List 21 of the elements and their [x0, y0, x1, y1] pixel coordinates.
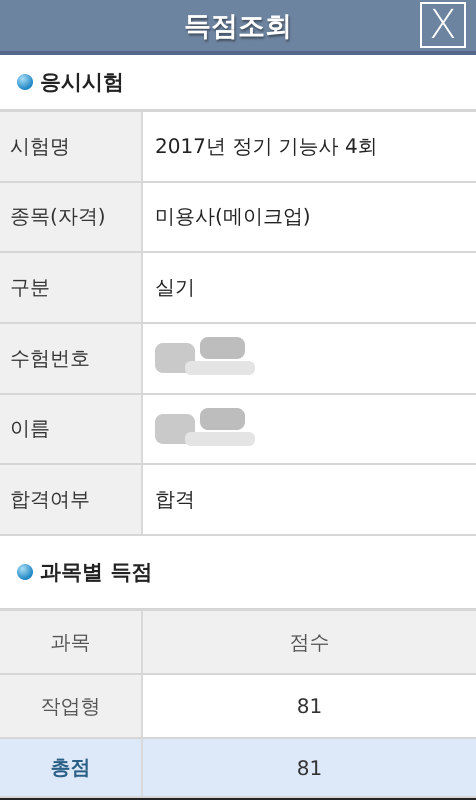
field-label: 합격여부 [0, 465, 143, 534]
field-label: 수험번호 [0, 324, 143, 393]
field-label: 시험명 [0, 112, 143, 181]
section-heading: 과목별 득점 [40, 559, 152, 586]
bullet-icon [17, 74, 33, 90]
field-value: 2017년 정기 기능사 4회 [154, 132, 379, 160]
subject-cell: 작업형 [0, 675, 143, 738]
field-value: 실기 [154, 274, 196, 302]
field-label: 구분 [0, 253, 143, 322]
page-title: 득점조회 [184, 10, 292, 44]
bullet-icon [17, 564, 33, 580]
field-label: 종목(자격) [0, 182, 143, 252]
score-cell-text: 81 [296, 693, 324, 720]
close-button[interactable]: X [420, 2, 466, 48]
score-cell-text: 81 [296, 754, 324, 782]
field-value: 미용사(메이크업) [154, 203, 312, 230]
column-header: 과목 [0, 611, 143, 674]
field-label: 이름 [0, 394, 143, 464]
field-value: 합격 [154, 486, 196, 514]
column-header: 점수 [288, 628, 330, 656]
section-heading: 응시시험 [40, 68, 124, 96]
